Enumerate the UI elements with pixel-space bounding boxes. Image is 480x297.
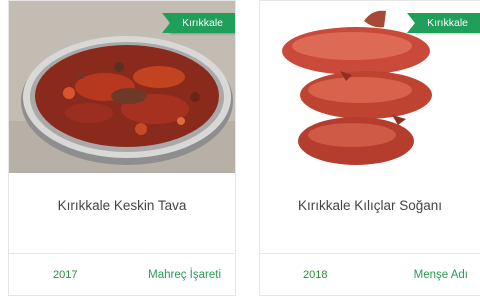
- card-footer: 2017 Mahreç İşareti: [9, 254, 235, 295]
- registration-year: 2018: [303, 269, 328, 281]
- card-title[interactable]: Kırıkkale Keskin Tava: [58, 198, 187, 213]
- card-footer: 2018 Menşe Adı: [260, 254, 480, 295]
- product-card[interactable]: Kırıkkale Kırıkkale Keskin Tava 2017 Mah…: [8, 0, 236, 296]
- card-title-area: Kırıkkale Kılıçlar Soğanı: [260, 173, 480, 254]
- card-title[interactable]: Kırıkkale Kılıçlar Soğanı: [298, 198, 442, 213]
- registration-year: 2017: [53, 269, 78, 281]
- registration-type: Menşe Adı: [413, 269, 468, 281]
- registration-type: Mahreç İşareti: [148, 269, 221, 281]
- card-title-area: Kırıkkale Keskin Tava: [9, 173, 235, 254]
- location-tag[interactable]: Kırıkkale: [407, 13, 480, 33]
- product-card[interactable]: Kırıkkale Kırıkkale Kılıçlar Soğanı 2018…: [259, 0, 480, 296]
- location-tag[interactable]: Kırıkkale: [162, 13, 235, 33]
- product-image-kiliclar-sogani[interactable]: Kırıkkale: [260, 1, 480, 173]
- product-image-keskin-tava[interactable]: Kırıkkale: [9, 1, 235, 173]
